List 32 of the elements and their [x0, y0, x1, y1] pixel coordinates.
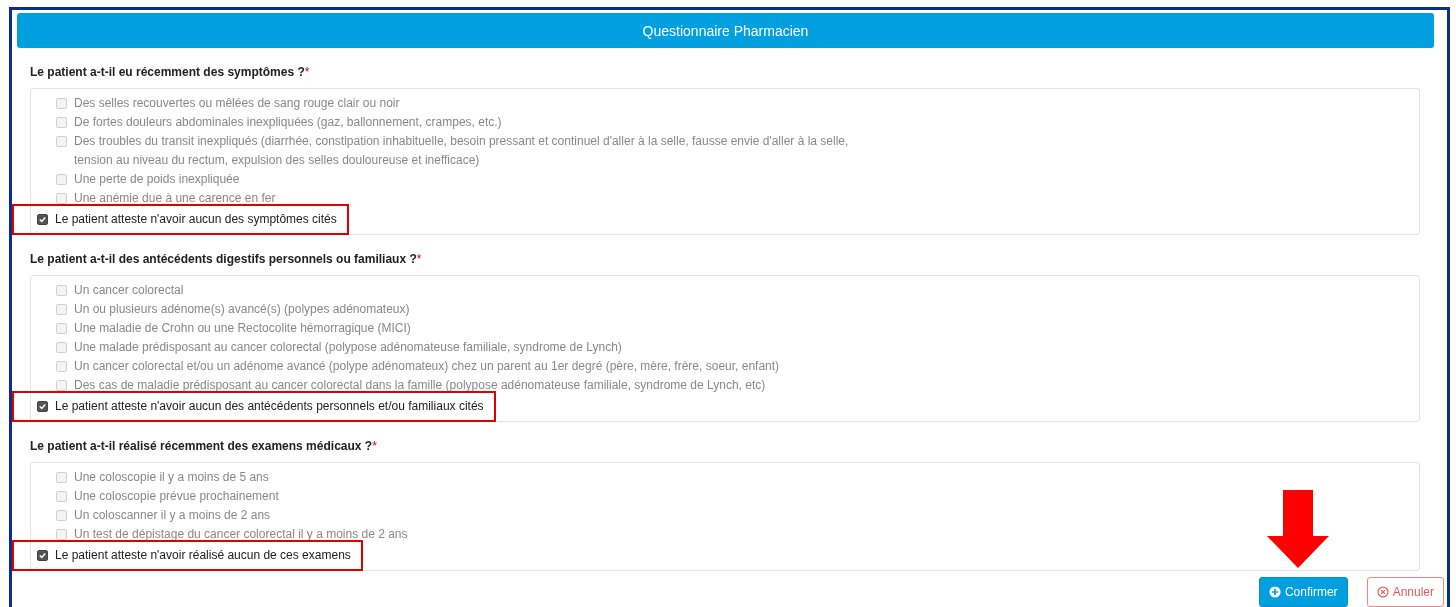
confirm-button[interactable]: Confirmer: [1258, 577, 1348, 607]
option-label: Une anémie due à une carence en fer: [74, 190, 276, 207]
option-label: Un cancer colorectal et/ou un adénome avancé (polype adénomateux) chez un parent au 1er degré (père, mère, frère, soeur, enfant): [74, 358, 780, 375]
required-mark: *: [416, 252, 422, 266]
option-label: Une malade prédisposant au cancer colorectal (polypose adénomateuse familiale, syndrome de Lynch): [74, 339, 622, 356]
required-mark: *: [372, 439, 377, 453]
question-label: Le patient a-t-il eu récemment des symptômes ?: [30, 65, 305, 79]
question-label: Le patient a-t-il des antécédents digestifs personnels ou familiaux ?: [30, 252, 417, 266]
plus-circle-icon: [1268, 586, 1281, 598]
option-label: Une perte de poids inexpliquée: [74, 171, 240, 188]
option-label: Une maladie de Crohn ou une Rectocolite hémorragique (MICI): [74, 320, 411, 337]
question-label: Le patient a-t-il réalisé récemment des examens médicaux ?: [30, 439, 373, 453]
option-label: Des selles recouvertes ou mêlées de sang rouge clair ou noir: [74, 95, 400, 112]
close-circle-icon: [1376, 586, 1389, 598]
option-label: Une coloscopie prévue prochainement: [74, 488, 279, 505]
option-label: Des cas de maladie prédisposant au cancer colorectal dans la famille (polypose adénomateuse familiale, syndrome de Lynch, etc): [74, 377, 766, 394]
option-label: Un ou plusieurs adénome(s) avancé(s) (polypes adénomateux): [74, 301, 410, 318]
down-arrow-icon: [1267, 490, 1329, 568]
checkbox[interactable]: [37, 401, 48, 412]
checkbox[interactable]: [37, 214, 48, 225]
option-label: De fortes douleurs abdominales inexpliquées (gaz, ballonnement, crampes, etc.): [74, 114, 502, 131]
option-label: Un coloscanner il y a moins de 2 ans: [74, 507, 271, 524]
option-label: Le patient atteste n'avoir aucun des antécédents personnels et/ou familiaux cités: [55, 398, 484, 415]
option-label: Un cancer colorectal: [74, 282, 184, 299]
option-label: Le patient atteste n'avoir réalisé aucun de ces examens: [55, 547, 351, 564]
cancel-button[interactable]: Annuler: [1366, 577, 1444, 607]
page-title: Questionnaire Pharmacien: [642, 22, 809, 39]
required-mark: *: [304, 65, 310, 79]
option-label: Une coloscopie il y a moins de 5 ans: [74, 469, 269, 486]
option-label: Le patient atteste n'avoir aucun des symptômes cités: [55, 211, 337, 228]
checkbox[interactable]: [37, 550, 48, 561]
option-label: Des troubles du transit inexpliqués (diarrhée, constipation inhabituelle, besoin pressant et continuel d'aller à la selle, fausse envie d'aller à la selle, tension au niveau du rectum, expulsion des selles douloureuse et inefficace): [74, 133, 850, 169]
